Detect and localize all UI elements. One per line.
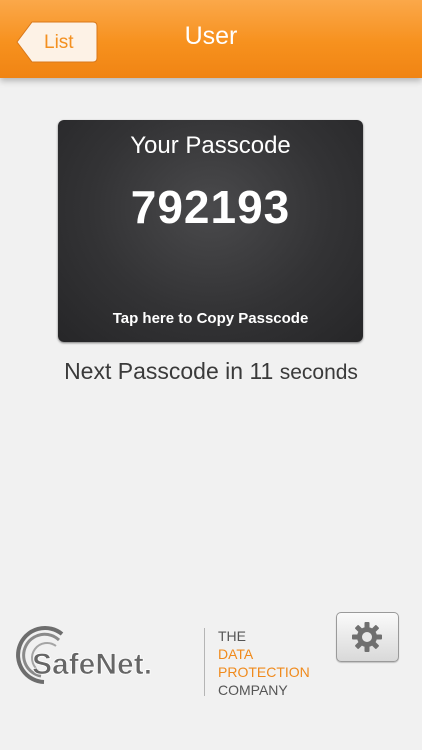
tagline-line-3: PROTECTION <box>218 664 310 680</box>
company-tagline: THE DATA PROTECTION COMPANY <box>218 627 310 699</box>
passcode-value[interactable]: 792193 <box>58 180 363 234</box>
countdown-prefix: Next Passcode in <box>64 358 244 384</box>
logo-divider <box>204 628 205 696</box>
tagline-line-1: THE <box>218 628 246 644</box>
passcode-card[interactable]: Your Passcode 792193 Tap here to Copy Pa… <box>58 120 363 342</box>
next-passcode-countdown: Next Passcode in 11 seconds <box>0 358 422 385</box>
copy-passcode-hint[interactable]: Tap here to Copy Passcode <box>58 310 363 327</box>
passcode-card-title: Your Passcode <box>130 132 291 159</box>
tagline-line-4: COMPANY <box>218 682 288 698</box>
navigation-bar: List User <box>0 0 422 78</box>
countdown-unit: seconds <box>279 361 358 384</box>
safenet-logo-graphic: SafeNet. <box>16 626 152 684</box>
page-title: User <box>184 22 238 50</box>
gear-icon <box>352 622 382 652</box>
tagline-line-2: DATA <box>218 646 254 662</box>
settings-button[interactable] <box>336 612 399 662</box>
countdown-seconds: 11 <box>249 358 274 384</box>
logo-wordmark: SafeNet. <box>32 648 152 681</box>
safenet-logo: SafeNet. <box>14 622 204 697</box>
